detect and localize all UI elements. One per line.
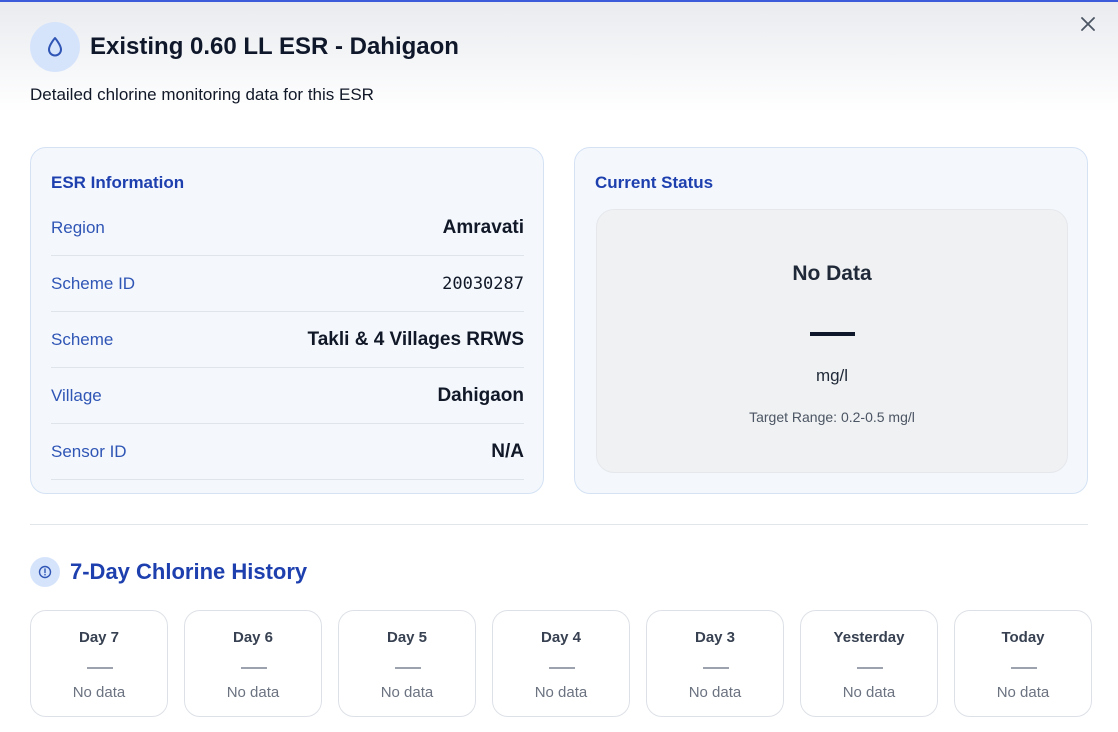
history-day-list: Day 7 No data Day 6 No data Day 5 No dat… <box>30 610 1092 717</box>
info-value: Amravati <box>442 216 524 238</box>
modal-title: Existing 0.60 LL ESR - Dahigaon <box>90 33 459 60</box>
info-row-scheme-id: Scheme ID 20030287 <box>51 256 524 312</box>
day-value: No data <box>72 684 126 701</box>
close-button[interactable] <box>1078 14 1098 34</box>
day-card: Day 7 No data <box>30 610 168 717</box>
info-row-village: Village Dahigaon <box>51 368 524 424</box>
day-label: Day 4 <box>540 629 582 646</box>
info-list: Region Amravati Scheme ID 20030287 Schem… <box>51 200 524 480</box>
info-value: N/A <box>491 440 524 462</box>
day-value-dash <box>549 667 575 669</box>
day-value: No data <box>996 684 1050 701</box>
status-target-range: Target Range: 0.2-0.5 mg/l <box>749 409 915 425</box>
day-value-dash <box>395 667 421 669</box>
day-label: Yesterday <box>833 629 905 646</box>
day-card: Today No data <box>954 610 1092 717</box>
day-label: Day 6 <box>232 629 274 646</box>
info-value: 20030287 <box>442 273 524 294</box>
current-status-card: Current Status No Data mg/l Target Range… <box>574 147 1088 494</box>
day-card: Day 5 No data <box>338 610 476 717</box>
day-label: Today <box>1001 629 1045 646</box>
history-header: 7-Day Chlorine History <box>30 557 307 587</box>
info-label: Village <box>51 385 102 405</box>
modal-header: Existing 0.60 LL ESR - Dahigaon <box>30 22 459 72</box>
day-value-dash <box>241 667 267 669</box>
day-value: No data <box>380 684 434 701</box>
esr-information-title: ESR Information <box>51 173 185 192</box>
esr-detail-modal: Existing 0.60 LL ESR - Dahigaon Detailed… <box>0 0 1118 732</box>
status-panel: No Data mg/l Target Range: 0.2-0.5 mg/l <box>596 209 1068 473</box>
day-value-dash <box>87 667 113 669</box>
status-text: No Data <box>792 262 872 285</box>
info-row-sensor-id: Sensor ID N/A <box>51 424 524 480</box>
day-value: No data <box>226 684 280 701</box>
info-value: Dahigaon <box>437 384 524 406</box>
info-value: Takli & 4 Villages RRWS <box>307 328 524 350</box>
day-value: No data <box>842 684 896 701</box>
status-unit: mg/l <box>815 366 849 385</box>
day-value: No data <box>534 684 588 701</box>
modal-subtitle: Detailed chlorine monitoring data for th… <box>30 85 374 104</box>
current-status-title: Current Status <box>595 173 714 192</box>
day-value-dash <box>1011 667 1037 669</box>
day-label: Day 7 <box>78 629 120 646</box>
day-card: Day 6 No data <box>184 610 322 717</box>
day-value-dash <box>703 667 729 669</box>
droplet-icon <box>30 22 80 72</box>
day-card: Day 4 No data <box>492 610 630 717</box>
history-title: 7-Day Chlorine History <box>70 559 308 584</box>
info-label: Scheme <box>51 329 114 349</box>
info-row-region: Region Amravati <box>51 200 524 256</box>
info-label: Scheme ID <box>51 273 136 293</box>
day-card: Yesterday No data <box>800 610 938 717</box>
alert-circle-icon <box>30 557 60 587</box>
status-value-dash <box>810 332 855 336</box>
esr-information-card: ESR Information Region Amravati Scheme I… <box>30 147 544 494</box>
section-divider <box>30 524 1088 525</box>
info-row-scheme: Scheme Takli & 4 Villages RRWS <box>51 312 524 368</box>
day-value: No data <box>688 684 742 701</box>
day-label: Day 5 <box>386 629 428 646</box>
info-label: Sensor ID <box>51 441 127 461</box>
day-label: Day 3 <box>694 629 736 646</box>
close-icon <box>1081 17 1095 31</box>
day-card: Day 3 No data <box>646 610 784 717</box>
day-value-dash <box>857 667 883 669</box>
info-label: Region <box>51 217 105 237</box>
